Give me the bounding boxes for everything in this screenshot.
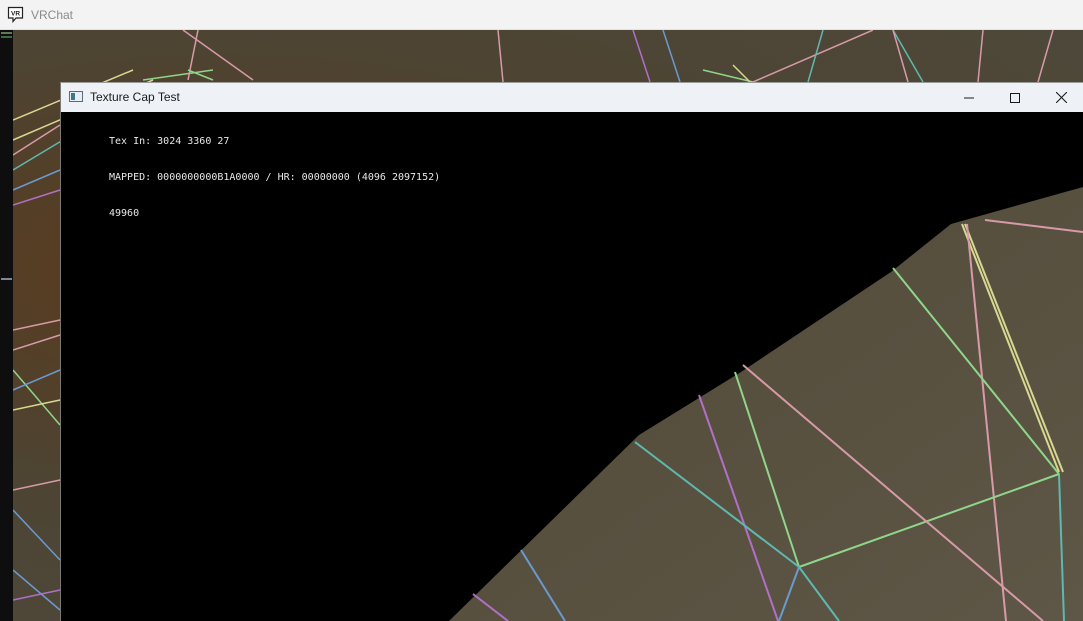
- wire-line: [807, 30, 824, 83]
- wire-line: [977, 30, 984, 83]
- edge-marker: [1, 36, 12, 38]
- console-line: MAPPED: 0000000000B1A0000 / HR: 00000000…: [109, 172, 441, 183]
- wire-line: [13, 139, 64, 171]
- wire-line: [702, 69, 754, 83]
- wire-line: [13, 369, 61, 391]
- vrchat-left-edge: [0, 30, 13, 621]
- wire-line: [752, 30, 874, 83]
- wire-line: [13, 479, 61, 491]
- maximize-button[interactable]: [992, 83, 1038, 112]
- wire-line: [13, 509, 61, 561]
- edge-marker: [1, 278, 12, 280]
- close-button[interactable]: [1038, 83, 1083, 112]
- wire-line: [13, 189, 61, 206]
- wire-line: [13, 399, 61, 411]
- vrchat-title-bar[interactable]: VR VRChat: [0, 0, 1083, 30]
- inner-window-title: Texture Cap Test: [90, 90, 180, 104]
- wire-line: [13, 589, 61, 601]
- edge-marker: [1, 32, 12, 34]
- close-icon: [1055, 92, 1067, 103]
- desktop-root: VR VRChat Texture Cap Test Tex In: 3024 …: [0, 0, 1083, 621]
- wire-line: [892, 30, 909, 83]
- console-line: 49960: [109, 208, 140, 219]
- wire-line: [13, 169, 61, 191]
- wire-line: [497, 30, 504, 83]
- wire-line: [13, 319, 61, 331]
- minimize-button[interactable]: [946, 83, 992, 112]
- wire-line: [1037, 30, 1054, 83]
- wire-line: [892, 30, 924, 83]
- minimize-icon: [964, 97, 974, 98]
- ground-plane: [449, 187, 1083, 621]
- wire-line: [13, 334, 61, 351]
- texture-cap-test-window[interactable]: Texture Cap Test Tex In: 3024 3360 27 MA…: [60, 82, 1083, 621]
- render-viewport[interactable]: Tex In: 3024 3360 27 MAPPED: 0000000000B…: [61, 112, 1083, 621]
- wire-line: [632, 30, 651, 83]
- inner-title-bar[interactable]: Texture Cap Test: [61, 83, 1083, 112]
- wire-line: [13, 569, 61, 611]
- svg-text:VR: VR: [11, 11, 20, 18]
- vrchat-window-title: VRChat: [31, 8, 74, 22]
- console-output: Tex In: 3024 3360 27 MAPPED: 0000000000B…: [109, 112, 440, 244]
- window-app-icon: [69, 91, 83, 102]
- vrchat-logo-icon: VR: [7, 6, 24, 23]
- wire-line: [662, 30, 681, 83]
- console-line: Tex In: 3024 3360 27: [109, 136, 230, 147]
- wire-line: [13, 369, 61, 426]
- maximize-icon: [1010, 92, 1020, 103]
